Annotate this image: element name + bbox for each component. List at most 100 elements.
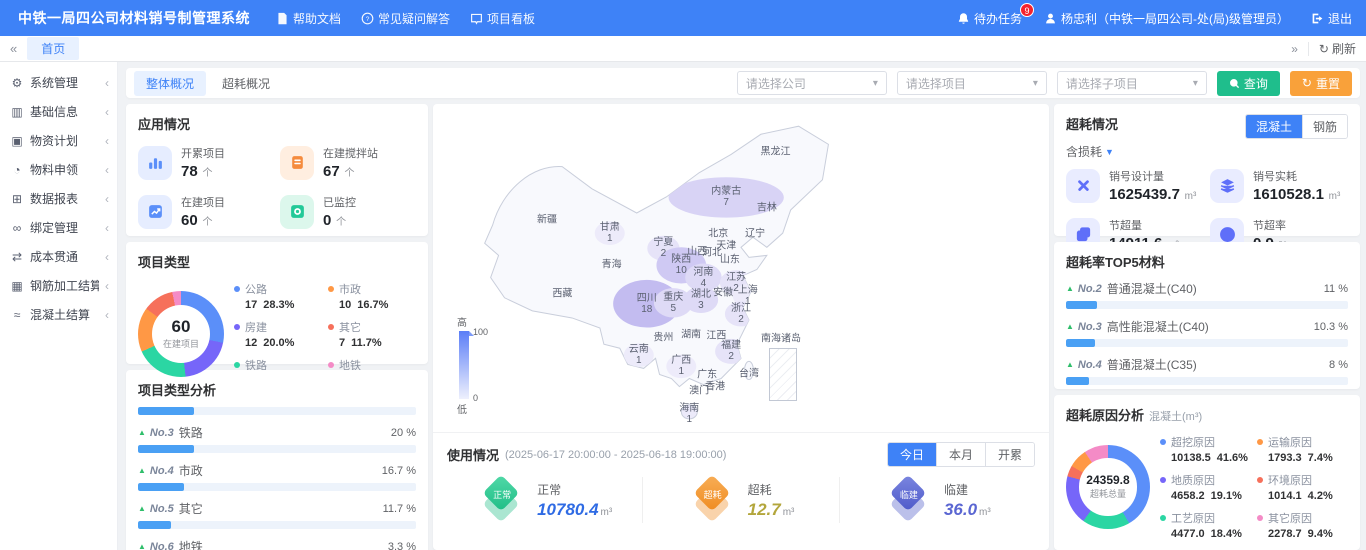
- province-name: 四川: [637, 293, 657, 304]
- pie-icon: ◔: [10, 163, 24, 177]
- sidebar-item-数据报表[interactable]: ⊞数据报表‹: [0, 184, 117, 213]
- usage-range-tabs: 今日本月开累: [887, 442, 1035, 467]
- map-label-吉林: 吉林: [757, 202, 777, 213]
- sidebar-item-系统管理[interactable]: ⚙系统管理‹: [0, 68, 117, 97]
- todo-tasks-button[interactable]: 待办任务 9: [957, 10, 1022, 27]
- map-label-浙江: 浙江2: [731, 303, 751, 325]
- range-tab-开累[interactable]: 开累: [985, 443, 1034, 466]
- tab-bar-right: » ↻ 刷新: [1291, 40, 1356, 57]
- reason-title: 超耗原因分析: [1066, 405, 1144, 424]
- user-menu[interactable]: 杨忠利（中铁一局四公司-处(局)级管理员）: [1044, 10, 1289, 27]
- map-label-山东: 山东: [720, 255, 740, 266]
- loss-dropdown[interactable]: 含损耗 ▼: [1066, 143, 1114, 160]
- rank-row-No.3: ▲No.3高性能混凝土(C40)10.3 %: [1066, 318, 1348, 347]
- up-triangle-icon: ▲: [138, 504, 146, 513]
- logout-icon: [1311, 12, 1324, 25]
- legend-name: 超挖原因: [1171, 434, 1215, 450]
- refresh-button[interactable]: ↻ 刷新: [1319, 40, 1356, 57]
- sidebar-item-钢筋加工结算[interactable]: ▦钢筋加工结算‹: [0, 271, 117, 300]
- stat-value: 60 个: [181, 212, 225, 229]
- view-tab-超耗概况[interactable]: 超耗概况: [210, 71, 282, 96]
- legend-value: 4658.2: [1171, 490, 1205, 502]
- sidebar-item-绑定管理[interactable]: ∞绑定管理‹: [0, 213, 117, 242]
- inset-islands: [770, 349, 796, 399]
- stat-value: 67 个: [323, 163, 378, 180]
- filter-select-3[interactable]: 请选择子项目▾: [1057, 71, 1207, 95]
- range-tab-今日[interactable]: 今日: [888, 443, 936, 466]
- header-menu-item-2[interactable]: ? 常见疑问解答: [361, 10, 450, 27]
- rank-value: 11 %: [1324, 283, 1348, 295]
- legend-item-地质原因: 地质原因4658.219.1%: [1160, 472, 1251, 502]
- header-menu-item-1[interactable]: 帮助文档: [276, 10, 341, 27]
- chevron-left-icon: ‹: [105, 250, 109, 264]
- map-label-北京: 北京: [708, 229, 728, 240]
- refresh-label: 刷新: [1332, 40, 1356, 57]
- link-icon: ∞: [10, 221, 24, 235]
- select-placeholder: 请选择公司: [746, 75, 873, 92]
- map-label-湖北: 湖北3: [691, 289, 711, 311]
- legend-pct: 7.4%: [1308, 452, 1333, 464]
- legend-min-label: 0: [473, 393, 478, 403]
- range-tab-本月[interactable]: 本月: [936, 443, 985, 466]
- tab-home[interactable]: 首页: [27, 37, 79, 60]
- main-content: 整体概况超耗概况 请选择公司▾请选择项目▾请选择子项目▾ 查询 ↻ 重置 应用情…: [118, 62, 1366, 550]
- province-name: 北京: [708, 229, 728, 240]
- filter-selects: 请选择公司▾ 请选择项目▾ 请选择子项目▾: [727, 71, 1207, 95]
- document-icon: [276, 12, 289, 25]
- sidebar-item-成本贯通[interactable]: ⇄成本贯通‹: [0, 242, 117, 271]
- reason-center-value: 24359.8: [1086, 473, 1129, 487]
- legend-item-name: 地质原因: [1160, 472, 1251, 488]
- usage-header: 使用情况 (2025-06-17 20:00:00 - 2025-06-18 1…: [447, 442, 1035, 467]
- map-label-青海: 青海: [602, 260, 622, 271]
- svg-text:?: ?: [366, 15, 370, 22]
- map-usage-card: 新疆西藏青海甘肃1内蒙古7黑龙江吉林辽宁北京天津河北山西山东宁夏2陕西10河南4…: [433, 104, 1049, 550]
- legend-dot: [328, 286, 334, 292]
- legend-value: 2278.7: [1268, 528, 1302, 540]
- legend-dot: [1160, 515, 1166, 521]
- sidebar-item-混凝土结算[interactable]: ≈混凝土结算‹: [0, 300, 117, 329]
- view-tab-整体概况[interactable]: 整体概况: [134, 71, 206, 96]
- sidebar-item-基础信息[interactable]: ▥基础信息‹: [0, 97, 117, 126]
- tab-home-label: 首页: [41, 42, 65, 56]
- map-label-湖南: 湖南: [681, 330, 701, 341]
- sidebar-item-物资计划[interactable]: ▣物资计划‹: [0, 126, 117, 155]
- clipboard-icon: [280, 146, 314, 180]
- header-menu-label: 常见疑问解答: [378, 10, 450, 27]
- rank-label: No.4: [1078, 359, 1102, 371]
- select-placeholder: 请选择子项目: [1066, 75, 1193, 92]
- logout-button[interactable]: 退出: [1311, 10, 1352, 27]
- stat-label: 节超率: [1253, 217, 1288, 233]
- rank-name: 市政: [179, 462, 203, 479]
- rank-row-line: ▲No.3铁路20 %: [138, 424, 416, 441]
- province-name: 内蒙古: [711, 186, 741, 197]
- expand-tabs-icon[interactable]: »: [1291, 42, 1298, 56]
- province-value: 18: [637, 304, 657, 315]
- province-name: 安徽: [713, 287, 733, 298]
- toggle-混凝土[interactable]: 混凝土: [1246, 115, 1302, 138]
- map-label-贵州: 贵州: [653, 333, 673, 344]
- legend-value: 10138.5: [1171, 452, 1211, 464]
- reset-label: 重置: [1316, 75, 1340, 92]
- search-button[interactable]: 查询: [1217, 71, 1280, 96]
- filter-select-2[interactable]: 请选择项目▾: [897, 71, 1047, 95]
- province-name: 甘肃: [600, 222, 620, 233]
- header-menu-item-3[interactable]: 项目看板: [470, 10, 535, 27]
- search-label: 查询: [1244, 75, 1268, 92]
- rank-row-line: ▲No.2普通混凝土(C40)11 %: [1066, 280, 1348, 297]
- legend-name: 运输原因: [1268, 434, 1312, 450]
- province-name: 陕西: [671, 254, 691, 265]
- question-icon: ?: [361, 12, 374, 25]
- type-analysis-partial-bar: [138, 407, 194, 415]
- reset-button[interactable]: ↻ 重置: [1290, 71, 1352, 96]
- sidebar-item-label: 基础信息: [30, 103, 99, 120]
- rank-name: 其它: [179, 500, 203, 517]
- legend-pct: 18.4%: [1211, 528, 1242, 540]
- map-label-海南: 海南1: [679, 403, 699, 425]
- legend-count: 17: [245, 299, 257, 311]
- sidebar-item-物料申领[interactable]: ◔物料申领‹: [0, 155, 117, 184]
- filter-select-1[interactable]: 请选择公司▾: [737, 71, 887, 95]
- toggle-钢筋[interactable]: 钢筋: [1302, 115, 1347, 138]
- legend-item-name: 其它原因: [1257, 510, 1348, 526]
- province-name: 江苏: [726, 272, 746, 283]
- collapse-tabs-icon[interactable]: «: [10, 41, 17, 56]
